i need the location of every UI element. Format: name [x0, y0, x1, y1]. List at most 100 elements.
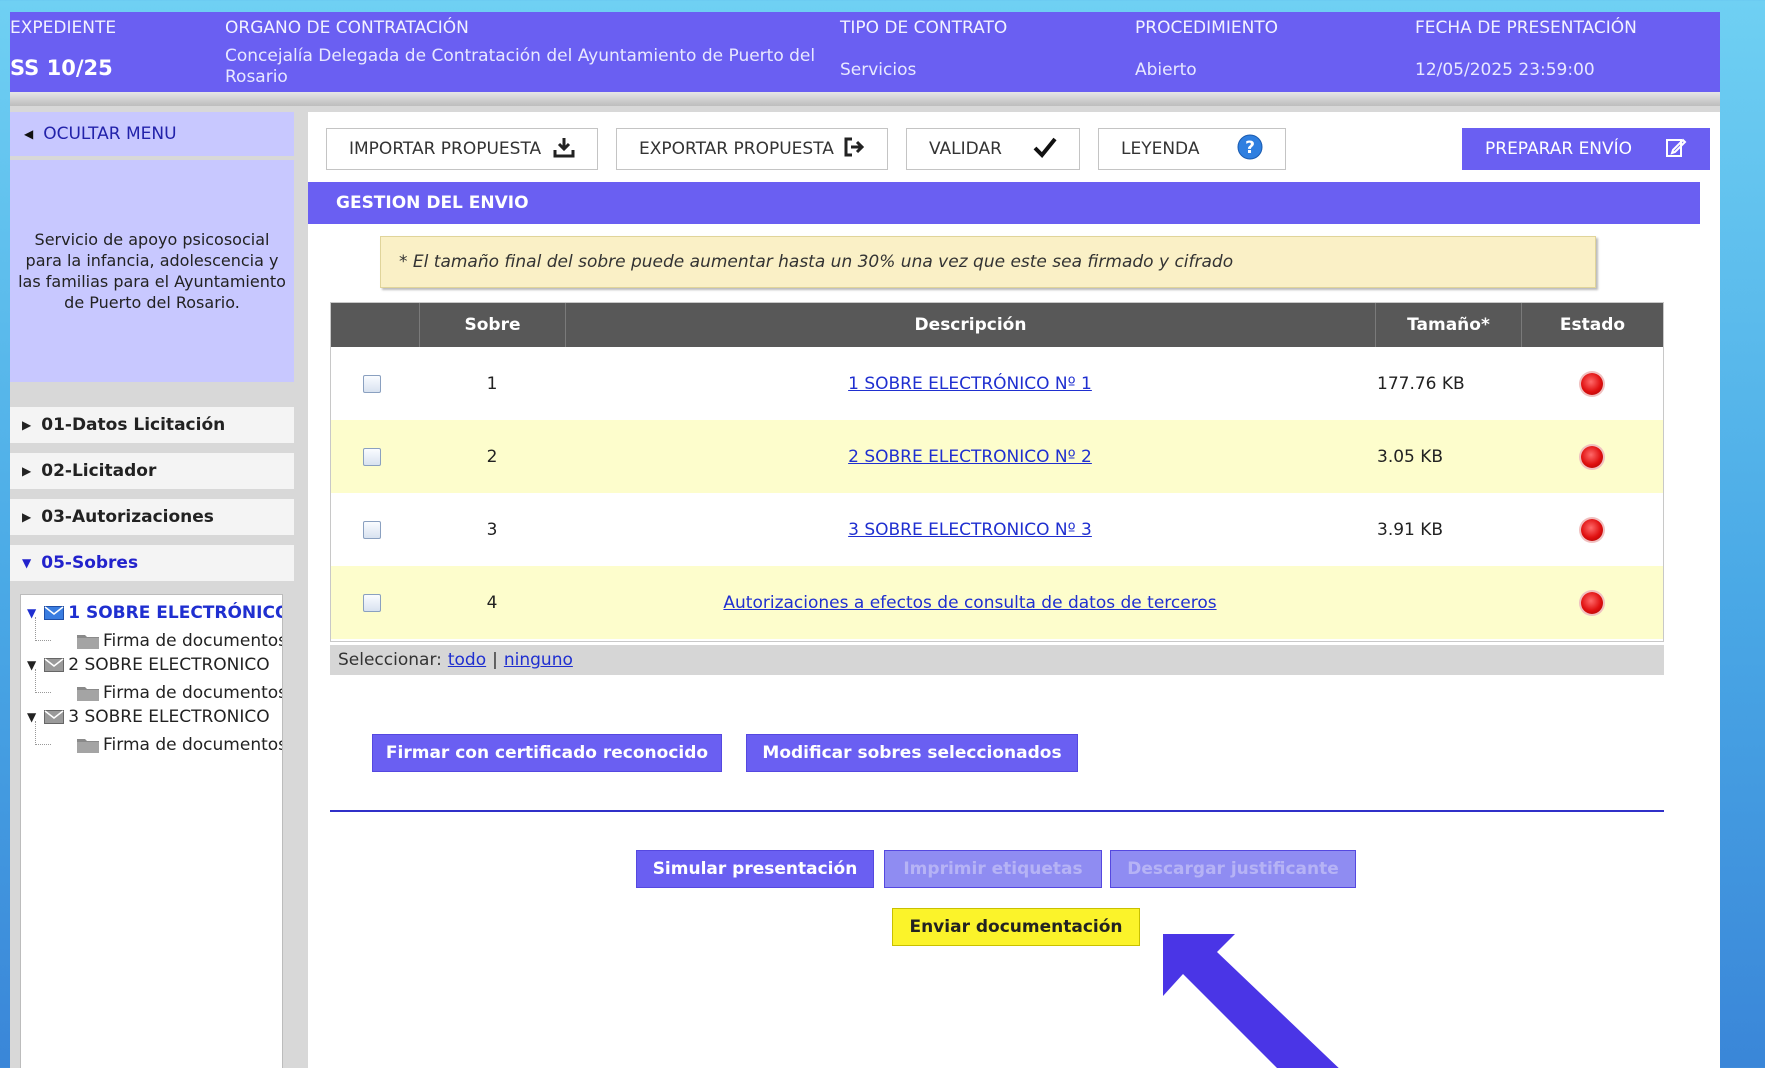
table-row: 2 2 SOBRE ELECTRONICO Nº 2 3.05 KB	[331, 420, 1663, 493]
tree-leaf-firma-2[interactable]: Firma de documentos	[21, 669, 282, 705]
sidebar-item-label: 01-Datos Licitación	[41, 415, 226, 435]
tree-node-sobre-2[interactable]: ▼ 2 SOBRE ELECTRONICO	[21, 653, 270, 677]
status-red-dot-icon	[1581, 445, 1603, 468]
row-descripcion-link[interactable]: 3 SOBRE ELECTRONICO Nº 3	[848, 520, 1092, 540]
table-row: 4 Autorizaciones a efectos de consulta d…	[331, 566, 1663, 639]
section-title-bar: GESTION DEL ENVIO	[308, 182, 1700, 224]
row-sobre: 3	[486, 519, 498, 540]
legend-button[interactable]: LEYENDA ?	[1098, 128, 1286, 170]
validate-button[interactable]: VALIDAR	[906, 128, 1080, 170]
tender-description: Servicio de apoyo psicosocial para la in…	[10, 160, 294, 382]
hide-menu-label: OCULTAR MENU	[43, 124, 177, 144]
prepare-send-button[interactable]: PREPARAR ENVÍO	[1462, 128, 1710, 170]
select-none-link[interactable]: ninguno	[504, 650, 573, 670]
tree-connector	[35, 721, 51, 745]
tree-node-label: 1 SOBRE ELECTRÓNICO	[68, 603, 283, 623]
sidebar-item-label: 02-Licitador	[41, 461, 157, 481]
header-divider	[10, 92, 1720, 106]
triangle-right-icon: ▶	[22, 464, 32, 478]
row-descripcion-link[interactable]: 1 SOBRE ELECTRÓNICO Nº 1	[848, 374, 1092, 394]
select-all-link[interactable]: todo	[448, 650, 486, 670]
sidebar-item-label: 05-Sobres	[41, 553, 139, 573]
simulate-submission-button[interactable]: Simular presentación	[636, 850, 874, 888]
expediente-label: EXPEDIENTE	[10, 18, 117, 38]
tree-leaf-firma-3[interactable]: Firma de documentos	[21, 721, 283, 757]
fecha-label: FECHA DE PRESENTACIÓN	[1415, 18, 1637, 38]
tipo-label: TIPO DE CONTRATO	[840, 18, 1008, 38]
actions-divider	[330, 810, 1664, 812]
tree-node-sobre-1[interactable]: ▼ 1 SOBRE ELECTRÓNICO	[21, 601, 283, 625]
select-bar: Seleccionar: todo | ninguno	[330, 645, 1664, 675]
tree-node-label: 3 SOBRE ELECTRONICO	[68, 707, 270, 727]
main-panel: IMPORTAR PROPUESTA EXPORTAR PROPUESTA VA…	[308, 112, 1720, 1068]
triangle-right-icon: ▶	[22, 418, 32, 432]
send-documentation-button[interactable]: Enviar documentación	[892, 908, 1140, 946]
sidebar-item-licitador[interactable]: ▶ 02-Licitador	[10, 453, 294, 489]
tree-node-sobre-3[interactable]: ▼ 3 SOBRE ELECTRONICO	[21, 705, 270, 729]
table-row: 3 3 SOBRE ELECTRONICO Nº 3 3.91 KB	[331, 493, 1663, 566]
row-descripcion-cell: 1 SOBRE ELECTRÓNICO Nº 1	[565, 347, 1375, 420]
sidebar-item-datos-licitacion[interactable]: ▶ 01-Datos Licitación	[10, 407, 294, 443]
tree-leaf-label: Firma de documentos	[103, 735, 283, 755]
row-select-cell	[363, 493, 381, 566]
row-checkbox[interactable]	[363, 520, 381, 539]
row-descripcion-link[interactable]: Autorizaciones a efectos de consulta de …	[723, 593, 1216, 613]
row-estado-cell	[1521, 420, 1663, 493]
size-notice: * El tamaño final del sobre puede aument…	[380, 236, 1596, 288]
sign-certificate-button[interactable]: Firmar con certificado reconocido	[372, 734, 722, 772]
prepare-label: PREPARAR ENVÍO	[1485, 139, 1633, 159]
row-checkbox[interactable]	[363, 593, 381, 612]
row-tamano	[1377, 566, 1521, 639]
download-icon	[553, 136, 575, 163]
edit-icon	[1665, 136, 1687, 163]
row-select-cell	[363, 566, 381, 639]
organo-value: Concejalía Delegada de Contratación del …	[225, 46, 816, 87]
table-row: 1 1 SOBRE ELECTRÓNICO Nº 1 177.76 KB	[331, 347, 1663, 420]
import-proposal-button[interactable]: IMPORTAR PROPUESTA	[326, 128, 598, 170]
app-window: EXPEDIENTE SS 10/25 ORGANO DE CONTRATACI…	[10, 12, 1720, 1068]
row-select-cell	[363, 347, 381, 420]
envelopes-table: Sobre Descripción Tamaño* Estado 1 1 SOB…	[330, 302, 1664, 642]
sidebar-item-sobres[interactable]: ▼ 05-Sobres	[10, 545, 294, 581]
expediente-value: SS 10/25	[10, 56, 113, 80]
folder-icon	[77, 685, 99, 701]
tree-connector	[35, 669, 51, 693]
header-organo: ORGANO DE CONTRATACIÓN Concejalía Delega…	[225, 12, 835, 92]
export-icon	[843, 136, 865, 163]
header-checkbox-col	[331, 303, 419, 347]
checkmark-icon	[1033, 136, 1057, 163]
export-label: EXPORTAR PROPUESTA	[639, 139, 834, 159]
header-descripcion: Descripción	[565, 303, 1375, 347]
folder-icon	[77, 633, 99, 649]
export-proposal-button[interactable]: EXPORTAR PROPUESTA	[616, 128, 888, 170]
header-estado: Estado	[1521, 303, 1663, 347]
header-procedimiento: PROCEDIMIENTO Abierto	[1135, 12, 1395, 92]
row-estado-cell	[1521, 566, 1663, 639]
row-sobre: 2	[486, 446, 498, 467]
tree-leaf-firma-1[interactable]: Firma de documentos	[21, 617, 282, 653]
sobres-tree: ▼ 1 SOBRE ELECTRÓNICO Firma de documento…	[20, 594, 283, 1068]
tree-node-label: 2 SOBRE ELECTRONICO	[68, 655, 270, 675]
hide-menu-button[interactable]: ◀ OCULTAR MENU	[10, 112, 294, 156]
folder-icon	[77, 737, 99, 753]
legend-label: LEYENDA	[1121, 139, 1200, 159]
modify-envelopes-button[interactable]: Modificar sobres seleccionados	[746, 734, 1078, 772]
row-descripcion-link[interactable]: 2 SOBRE ELECTRONICO Nº 2	[848, 447, 1092, 467]
sidebar-item-autorizaciones[interactable]: ▶ 03-Autorizaciones	[10, 499, 294, 535]
help-icon: ?	[1237, 134, 1263, 165]
select-label: Seleccionar:	[338, 650, 442, 670]
row-checkbox[interactable]	[363, 374, 381, 393]
expediente-header: EXPEDIENTE SS 10/25 ORGANO DE CONTRATACI…	[10, 12, 1720, 92]
download-receipt-button: Descargar justificante	[1110, 850, 1356, 888]
row-estado-cell	[1521, 493, 1663, 566]
procedimiento-value: Abierto	[1135, 60, 1197, 80]
row-checkbox[interactable]	[363, 447, 381, 466]
row-descripcion-cell: 3 SOBRE ELECTRONICO Nº 3	[565, 493, 1375, 566]
section-title: GESTION DEL ENVIO	[336, 193, 529, 213]
table-header: Sobre Descripción Tamaño* Estado	[331, 303, 1663, 347]
import-label: IMPORTAR PROPUESTA	[349, 139, 542, 159]
header-expediente: EXPEDIENTE SS 10/25	[10, 12, 210, 92]
row-select-cell	[363, 420, 381, 493]
status-red-dot-icon	[1581, 591, 1603, 614]
svg-text:?: ?	[1245, 138, 1255, 158]
